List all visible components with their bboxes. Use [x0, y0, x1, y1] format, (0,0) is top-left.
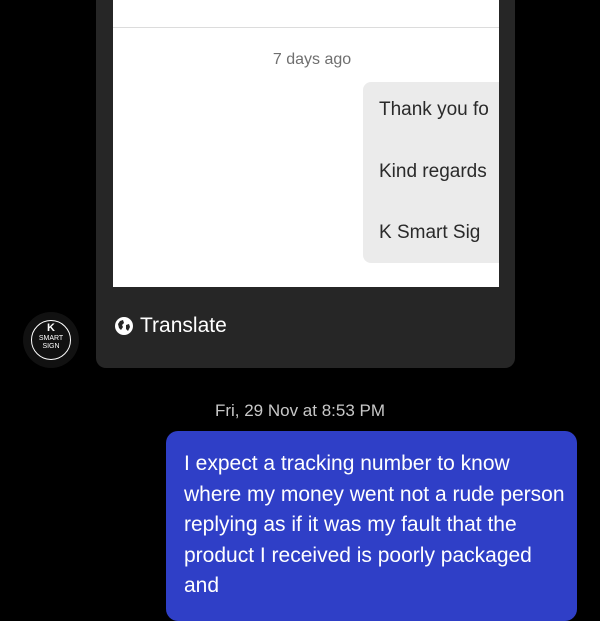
translate-label: Translate: [140, 314, 227, 337]
logo-word-2: SIGN: [42, 343, 60, 350]
quoted-line-1: Thank you fo: [379, 99, 489, 120]
logo-letter: K: [47, 322, 55, 334]
message-text: I expect a tracking number to know where…: [184, 452, 565, 597]
outgoing-message-bubble[interactable]: I expect a tracking number to know where…: [166, 431, 577, 621]
logo-word-1: SMART: [38, 335, 64, 342]
translate-button[interactable]: Translate: [114, 314, 227, 338]
quoted-message-bubble: Thank you fo Kind regards K Smart Sig: [363, 82, 499, 263]
shop-logo: K SMART SIGN: [31, 320, 71, 360]
quoted-line-3: K Smart Sig: [379, 222, 481, 243]
attachment-time: 7 days ago: [272, 51, 352, 68]
avatar[interactable]: K SMART SIGN: [23, 312, 79, 368]
quoted-line-2: Kind regards: [379, 161, 487, 182]
divider: [113, 27, 499, 28]
message-timestamp: Fri, 29 Nov at 8:53 PM: [214, 401, 386, 420]
globe-icon: [115, 317, 133, 335]
attachment-image[interactable]: 7 days ago Thank you fo Kind regards K S…: [113, 0, 499, 287]
